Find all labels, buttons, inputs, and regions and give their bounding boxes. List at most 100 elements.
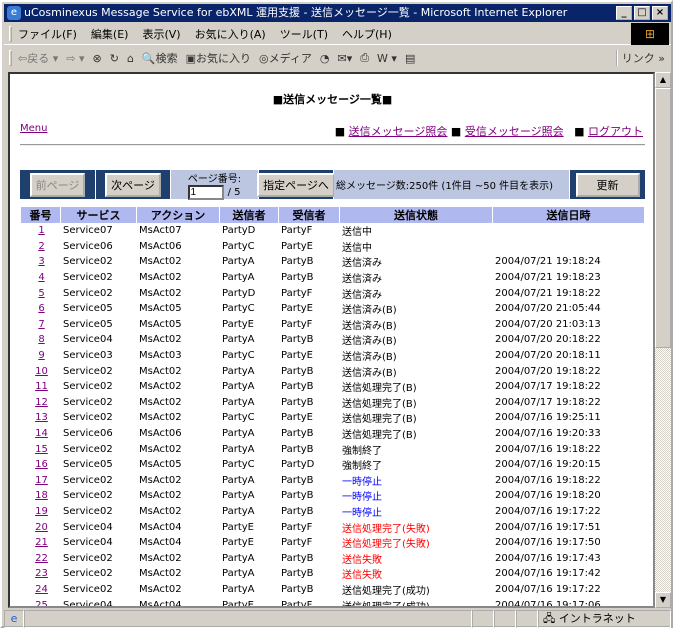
row-number-link[interactable]: 4 xyxy=(38,272,44,283)
row-number-link[interactable]: 16 xyxy=(35,459,48,470)
links-button[interactable]: リンク » xyxy=(615,50,665,66)
logout-link[interactable]: ログアウト xyxy=(588,125,643,138)
row-number-link[interactable]: 6 xyxy=(38,303,44,314)
cell-receiver: PartyB xyxy=(281,583,314,595)
cell-receiver: PartyE xyxy=(281,303,313,315)
media-button[interactable]: ◎メディア xyxy=(259,50,312,66)
maximize-button[interactable]: □ xyxy=(634,6,650,20)
row-number-link[interactable]: 13 xyxy=(35,412,48,423)
forward-button[interactable]: ⇨ ▾ xyxy=(66,52,84,65)
cell-datetime: 2004/07/17 19:18:22 xyxy=(495,396,601,408)
received-message-query-link[interactable]: 受信メッセージ照会 xyxy=(465,125,564,138)
scroll-down-button[interactable]: ▼ xyxy=(655,592,671,608)
sent-message-query-link[interactable]: 送信メッセージ照会 xyxy=(349,125,448,138)
row-number-link[interactable]: 23 xyxy=(35,568,48,579)
cell-status: 送信済み xyxy=(342,274,382,286)
table-row: 11 Service02 MsAct02 PartyA PartyB 送信処理完了(B) 2… xyxy=(21,379,644,395)
cell-action: MsAct07 xyxy=(139,225,182,237)
row-number-link[interactable]: 15 xyxy=(35,444,48,455)
row-number-link[interactable]: 21 xyxy=(35,537,48,548)
row-number-link[interactable]: 18 xyxy=(35,490,48,501)
scroll-thumb[interactable] xyxy=(655,88,671,348)
stop-icon[interactable]: ⊗ xyxy=(93,52,102,65)
row-number-link[interactable]: 17 xyxy=(35,475,48,486)
menu-tools[interactable]: ツール(T) xyxy=(280,26,328,42)
menu-help[interactable]: ヘルプ(H) xyxy=(342,26,392,42)
cell-receiver: PartyB xyxy=(281,381,314,393)
vertical-scrollbar[interactable]: ▲ ▼ xyxy=(655,72,671,608)
table-row: 4 Service02 MsAct02 PartyA PartyB 送信済み 2004/07… xyxy=(21,270,644,286)
menu-edit[interactable]: 編集(E) xyxy=(91,26,129,42)
col-status: 送信状態 xyxy=(340,207,492,223)
row-number-link[interactable]: 12 xyxy=(35,397,48,408)
row-number-link[interactable]: 10 xyxy=(35,366,48,377)
row-number-link[interactable]: 25 xyxy=(35,600,48,606)
search-button[interactable]: 🔍検索 xyxy=(142,50,178,66)
minimize-button[interactable]: _ xyxy=(616,6,632,20)
row-number-link[interactable]: 20 xyxy=(35,522,48,533)
row-number-link[interactable]: 7 xyxy=(38,319,44,330)
cell-row-number-link: 7 xyxy=(21,317,60,333)
goto-page-button[interactable]: 指定ページへ xyxy=(257,172,335,197)
table-row: 25 Service04 MsAct04 PartyE PartyF 送信処理完了(成功)… xyxy=(21,597,644,606)
menu-view[interactable]: 表示(V) xyxy=(142,26,180,42)
row-number-link[interactable]: 14 xyxy=(35,428,48,439)
cell-datetime: 2004/07/20 20:18:11 xyxy=(495,350,601,362)
cell-row-number-link: 3 xyxy=(21,254,60,270)
scroll-up-button[interactable]: ▲ xyxy=(655,72,671,88)
row-number-link[interactable]: 2 xyxy=(38,241,44,252)
cell-datetime: 2004/07/16 19:17:22 xyxy=(495,583,601,595)
row-number-link[interactable]: 22 xyxy=(35,553,48,564)
row-number-link[interactable]: 8 xyxy=(38,334,44,345)
close-button[interactable]: × xyxy=(652,6,668,20)
menu-link[interactable]: Menu xyxy=(20,123,47,134)
cell-sender: PartyA xyxy=(222,256,255,268)
cell-service: Service02 xyxy=(63,272,113,284)
cell-action: MsAct03 xyxy=(139,350,182,362)
toolbar-grip[interactable] xyxy=(9,50,12,66)
cell-row-number-link: 25 xyxy=(21,597,60,606)
next-page-button[interactable]: 次ページ xyxy=(105,172,161,197)
cell-datetime: 2004/07/16 19:18:20 xyxy=(495,490,601,502)
cell-receiver: PartyB xyxy=(281,428,314,440)
cell-receiver: PartyE xyxy=(281,350,313,362)
cell-sender: PartyE xyxy=(222,521,254,533)
page-icon: e xyxy=(4,610,24,628)
discuss-icon[interactable]: ▤ xyxy=(405,52,415,65)
cell-datetime: 2004/07/20 20:18:22 xyxy=(495,334,601,346)
home-icon[interactable]: ⌂ xyxy=(127,52,134,65)
cell-service: Service03 xyxy=(63,350,113,362)
toolbar-grip[interactable] xyxy=(9,26,12,42)
cell-service: Service04 xyxy=(63,334,113,346)
cell-action: MsAct02 xyxy=(139,365,182,377)
cell-service: Service02 xyxy=(63,490,113,502)
prev-page-button[interactable]: 前ページ xyxy=(29,172,86,197)
mail-icon[interactable]: ✉▾ xyxy=(337,52,352,65)
cell-datetime: 2004/07/20 19:18:22 xyxy=(495,365,601,377)
page-number-input[interactable] xyxy=(188,184,225,200)
status-bar: e 🖧 イントラネット xyxy=(4,610,671,628)
windows-logo-icon: ⊞ xyxy=(631,23,669,45)
cell-sender: PartyA xyxy=(222,568,255,580)
row-number-link[interactable]: 9 xyxy=(38,350,44,361)
row-number-link[interactable]: 11 xyxy=(35,381,48,392)
menu-file[interactable]: ファイル(F) xyxy=(18,26,77,42)
cell-sender: PartyA xyxy=(222,381,255,393)
refresh-icon[interactable]: ↻ xyxy=(110,52,119,65)
cell-datetime: 2004/07/16 19:20:33 xyxy=(495,428,601,440)
history-icon[interactable]: ◔ xyxy=(320,52,330,65)
cell-service: Service02 xyxy=(63,287,113,299)
edit-icon[interactable]: W ▾ xyxy=(377,52,397,65)
refresh-button[interactable]: 更新 xyxy=(575,172,640,197)
row-number-link[interactable]: 24 xyxy=(35,584,48,595)
row-number-link[interactable]: 1 xyxy=(38,225,44,236)
row-number-link[interactable]: 3 xyxy=(38,256,44,267)
row-number-link[interactable]: 5 xyxy=(38,288,44,299)
back-button[interactable]: ⇦戻る ▾ xyxy=(18,50,58,66)
cell-receiver: PartyF xyxy=(281,537,313,549)
favorites-button[interactable]: ▣お気に入り xyxy=(186,50,251,66)
table-row: 15 Service02 MsAct02 PartyA PartyB 強制終了 2004/0… xyxy=(21,441,644,457)
menu-favorites[interactable]: お気に入り(A) xyxy=(195,26,266,42)
row-number-link[interactable]: 19 xyxy=(35,506,48,517)
print-icon[interactable]: ⎙ xyxy=(360,51,369,65)
